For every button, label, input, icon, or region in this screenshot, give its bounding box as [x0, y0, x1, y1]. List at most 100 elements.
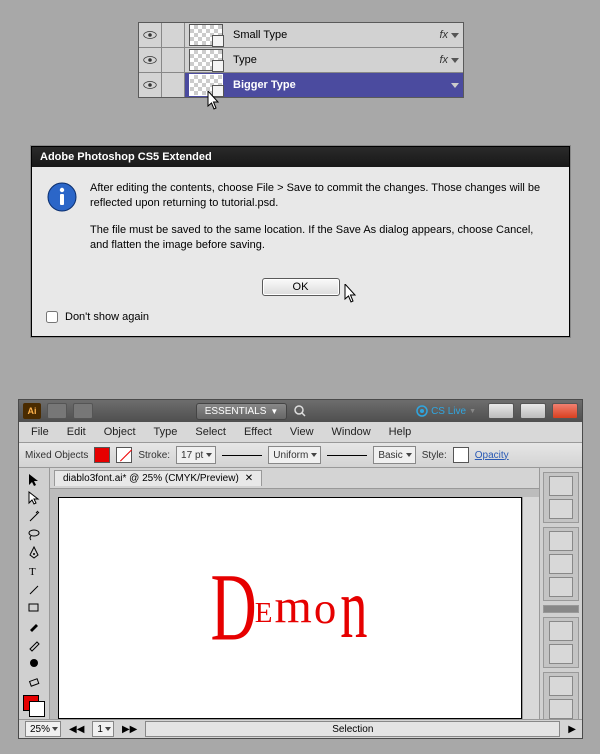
style-swatch[interactable]: [453, 447, 469, 463]
blob-brush-tool[interactable]: [23, 655, 45, 671]
paintbrush-tool[interactable]: [23, 618, 45, 634]
line-tool[interactable]: [23, 582, 45, 598]
layer-thumbnail[interactable]: [189, 74, 223, 96]
dialog-title: Adobe Photoshop CS5 Extended: [32, 147, 569, 167]
layer-thumbnail[interactable]: [189, 24, 223, 46]
ok-button[interactable]: OK: [262, 278, 340, 296]
menu-edit[interactable]: Edit: [59, 424, 94, 440]
fx-indicator[interactable]: [429, 79, 463, 91]
lock-cell[interactable]: [162, 73, 185, 97]
layer-name[interactable]: Small Type: [227, 29, 429, 41]
menu-type[interactable]: Type: [146, 424, 186, 440]
ai-logo-icon: Ai: [23, 403, 41, 419]
type-tool[interactable]: T: [23, 563, 45, 579]
rectangle-tool[interactable]: [23, 600, 45, 616]
color-panel-icon[interactable]: [549, 476, 573, 496]
dont-show-again-checkbox[interactable]: Don't show again: [42, 308, 559, 326]
artboard-nav-prev[interactable]: ◀◀: [69, 724, 84, 735]
opacity-link[interactable]: Opacity: [475, 450, 509, 461]
status-menu-icon[interactable]: ▶: [568, 724, 576, 735]
pencil-tool[interactable]: [23, 636, 45, 652]
layers-panel-icon[interactable]: [549, 644, 573, 664]
vertical-scrollbar[interactable]: [522, 497, 539, 719]
menu-help[interactable]: Help: [381, 424, 420, 440]
minimize-button[interactable]: [488, 403, 514, 419]
maximize-button[interactable]: [520, 403, 546, 419]
stroke-label: Stroke:: [138, 450, 170, 461]
stroke-swatch[interactable]: [116, 447, 132, 463]
eraser-tool[interactable]: [23, 673, 45, 689]
chevron-down-icon: [451, 33, 459, 38]
menu-window[interactable]: Window: [324, 424, 379, 440]
swatches-panel-icon[interactable]: [549, 499, 573, 519]
panel-group[interactable]: [543, 472, 579, 523]
brush-dropdown[interactable]: Basic: [373, 446, 415, 464]
lasso-tool[interactable]: [23, 527, 45, 543]
artboard-number[interactable]: 1: [92, 721, 114, 737]
layers-panel: Small Type fx Type fx Bigger Type: [138, 22, 464, 98]
layer-name[interactable]: Type: [227, 54, 429, 66]
arrange-docs-icon[interactable]: [73, 403, 93, 419]
panel-group[interactable]: [543, 605, 579, 613]
zoom-dropdown[interactable]: 25%: [25, 721, 61, 737]
symbols-panel-icon[interactable]: [549, 676, 573, 696]
layer-row-selected[interactable]: Bigger Type: [139, 73, 463, 97]
search-icon[interactable]: [293, 404, 307, 418]
artboard-nav-next[interactable]: ▶▶: [122, 724, 137, 735]
profile-dropdown[interactable]: Uniform: [268, 446, 321, 464]
chevron-down-icon: ▼: [270, 407, 278, 416]
fill-swatch[interactable]: [94, 447, 110, 463]
cs-live-button[interactable]: CS Live ▼: [416, 405, 476, 417]
selection-info: Mixed Objects: [25, 450, 88, 461]
menu-effect[interactable]: Effect: [236, 424, 280, 440]
bridge-icon[interactable]: [47, 403, 67, 419]
fill-stroke-indicator[interactable]: [23, 695, 45, 715]
ps-info-dialog: Adobe Photoshop CS5 Extended After editi…: [31, 146, 570, 337]
layer-row[interactable]: Type fx: [139, 48, 463, 73]
lock-cell[interactable]: [162, 23, 185, 47]
fx-indicator[interactable]: fx: [429, 54, 463, 66]
illustrator-window: Ai ESSENTIALS ▼ CS Live ▼ File Edit Obje…: [18, 399, 583, 739]
lock-cell[interactable]: [162, 48, 185, 72]
transparency-panel-icon[interactable]: [549, 577, 573, 597]
status-mode[interactable]: Selection: [145, 721, 560, 737]
visibility-toggle[interactable]: [139, 23, 162, 47]
menu-bar: File Edit Object Type Select Effect View…: [19, 422, 582, 443]
eye-icon: [143, 30, 157, 40]
panel-group[interactable]: [543, 617, 579, 668]
close-button[interactable]: [552, 403, 578, 419]
canvas[interactable]: Demon: [58, 497, 522, 719]
close-tab-icon[interactable]: ✕: [245, 473, 253, 484]
panel-group[interactable]: [543, 672, 579, 723]
layer-name[interactable]: Bigger Type: [227, 79, 429, 91]
gradient-panel-icon[interactable]: [549, 554, 573, 574]
status-bar: 25% ◀◀ 1 ▶▶ Selection ▶: [19, 719, 582, 738]
chevron-down-icon: [451, 58, 459, 63]
checkbox[interactable]: [46, 311, 58, 323]
layer-row[interactable]: Small Type fx: [139, 23, 463, 48]
visibility-toggle[interactable]: [139, 48, 162, 72]
visibility-toggle[interactable]: [139, 73, 162, 97]
menu-view[interactable]: View: [282, 424, 322, 440]
stroke-weight-dropdown[interactable]: 17 pt: [176, 446, 216, 464]
brushes-panel-icon[interactable]: [549, 699, 573, 719]
selection-tool[interactable]: [23, 472, 45, 488]
menu-file[interactable]: File: [23, 424, 57, 440]
layer-thumbnail[interactable]: [189, 49, 223, 71]
document-tab[interactable]: diablo3font.ai* @ 25% (CMYK/Preview) ✕: [54, 470, 262, 486]
eye-icon: [143, 80, 157, 90]
artwork-text[interactable]: Demon: [211, 571, 370, 645]
pen-tool[interactable]: [23, 545, 45, 561]
ai-titlebar[interactable]: Ai ESSENTIALS ▼ CS Live ▼: [19, 400, 582, 422]
appearance-panel-icon[interactable]: [549, 621, 573, 641]
menu-select[interactable]: Select: [187, 424, 234, 440]
direct-selection-tool[interactable]: [23, 490, 45, 506]
stroke-preview: [222, 455, 262, 456]
stroke-panel-icon[interactable]: [549, 531, 573, 551]
svg-text:T: T: [29, 566, 36, 578]
magic-wand-tool[interactable]: [23, 509, 45, 525]
fx-indicator[interactable]: fx: [429, 29, 463, 41]
menu-object[interactable]: Object: [96, 424, 144, 440]
panel-group[interactable]: [543, 527, 579, 601]
workspace-switcher[interactable]: ESSENTIALS ▼: [196, 403, 288, 420]
